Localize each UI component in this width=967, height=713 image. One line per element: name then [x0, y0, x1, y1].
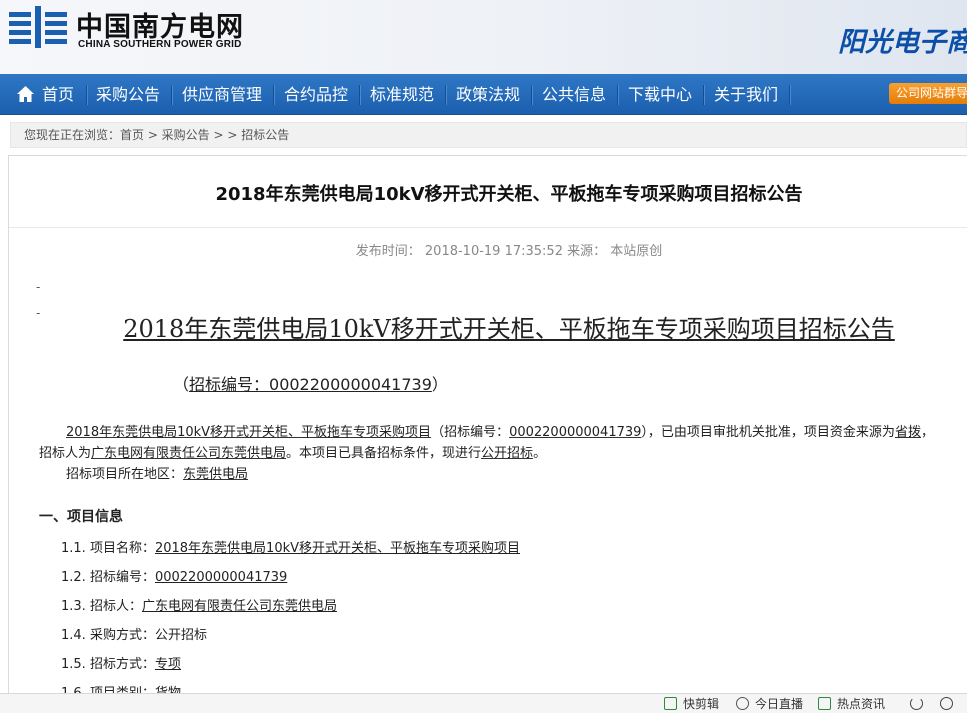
item-label: 招标编号：	[89, 570, 155, 585]
nav-item-public-info[interactable]: 公共信息	[540, 74, 608, 115]
code-close-paren: ）	[431, 375, 448, 394]
dash-marker: -	[36, 306, 41, 320]
text: ，	[920, 425, 934, 440]
dash-marker: -	[36, 280, 41, 294]
nav-divider	[273, 85, 274, 105]
item-number: 1.2.	[61, 570, 86, 585]
nav-item-about-us[interactable]: 关于我们	[712, 74, 780, 115]
home-icon[interactable]	[16, 85, 35, 103]
hot-news-button[interactable]: 热点资讯	[818, 696, 885, 712]
logo-english-name[interactable]: CHINA SOUTHERN POWER GRID	[78, 39, 242, 50]
notice-heading: 2018年东莞供电局10kV移开式开关柜、平板拖车专项采购项目招标公告	[123, 315, 895, 343]
text: 招标人为	[39, 446, 92, 461]
project-info-item: 1.3. 招标人：广东电网有限责任公司东莞供电局	[61, 595, 337, 614]
nav-item-downloads[interactable]: 下载中心	[626, 74, 694, 115]
refresh-icon	[910, 697, 923, 710]
notice-code: 招标编号：0002200000041739	[189, 375, 432, 394]
nav-divider	[445, 85, 446, 105]
text: ），已由项目审批机关批准，项目资金来源为	[641, 425, 895, 440]
code-open-paren: （	[173, 375, 190, 394]
item-label: 招标人：	[89, 599, 142, 614]
quick-clip-button[interactable]: 快剪辑	[664, 696, 719, 712]
site-header: 中国南方电网 CHINA SOUTHERN POWER GRID 阳光电子商	[0, 0, 967, 74]
item-number: 1.1.	[61, 541, 86, 556]
item-number: 1.4.	[61, 628, 86, 643]
tenderer-name: 广东电网有限责任公司东莞供电局	[91, 446, 287, 461]
quick-clip-label: 快剪辑	[683, 697, 720, 711]
site-group-nav-button[interactable]: 公司网站群导	[889, 83, 967, 104]
item-value: 2018年东莞供电局10kV移开式开关柜、平板拖车专项采购项目	[154, 541, 521, 556]
site-slogan: 阳光电子商	[838, 27, 967, 58]
notice-code-line: （招标编号：0002200000041739）	[173, 371, 448, 395]
project-info-item: 1.2. 招标编号：0002200000041739	[61, 566, 287, 585]
item-number: 1.3.	[61, 599, 86, 614]
nav-item-home[interactable]: 首页	[40, 74, 76, 115]
nav-divider	[171, 85, 172, 105]
article-panel: 2018年东莞供电局10kV移开式开关柜、平板拖车专项采购项目招标公告 发布时间…	[8, 155, 967, 713]
nav-item-procurement-notices[interactable]: 采购公告	[94, 74, 162, 115]
refresh-button[interactable]	[910, 696, 923, 712]
live-icon	[736, 697, 749, 710]
project-region: 东莞供电局	[183, 467, 249, 482]
item-value: 专项	[154, 657, 181, 672]
clock-button[interactable]	[940, 696, 953, 712]
item-value: 公开招标	[154, 628, 207, 643]
nav-divider	[703, 85, 704, 105]
live-today-label: 今日直播	[755, 697, 804, 711]
project-info-item: 1.5. 招标方式：专项	[61, 653, 181, 672]
live-today-button[interactable]: 今日直播	[736, 696, 803, 712]
breadcrumb: 您现在正在浏览：首页 > 采购公告 > > 招标公告	[10, 122, 967, 148]
text: （招标编号：	[431, 425, 510, 440]
article-title: 2018年东莞供电局10kV移开式开关柜、平板拖车专项采购项目招标公告	[215, 184, 803, 205]
text: 。本项目已具备招标条件，现进行	[286, 446, 482, 461]
text: 。	[533, 446, 547, 461]
fund-source: 省拨	[894, 425, 921, 440]
nav-item-policies[interactable]: 政策法规	[454, 74, 522, 115]
nav-divider	[617, 85, 618, 105]
project-info-item: 1.4. 采购方式：公开招标	[61, 624, 207, 643]
item-value: 广东电网有限责任公司东莞供电局	[141, 599, 337, 614]
nav-divider	[359, 85, 360, 105]
nav-divider	[531, 85, 532, 105]
browser-bottom-bar: 快剪辑 今日直播 热点资讯	[0, 693, 967, 713]
item-label: 项目名称：	[89, 541, 155, 556]
clock-icon	[940, 697, 953, 710]
nav-divider	[789, 85, 790, 105]
main-nav: 首页 采购公告 供应商管理 合约品控 标准规范 政策法规 公共信息 下载中心 关…	[0, 74, 967, 115]
project-code: 0002200000041739	[509, 425, 642, 440]
item-value: 0002200000041739	[154, 570, 288, 585]
text: 招标项目所在地区：	[66, 467, 184, 482]
section-heading: 一、项目信息	[39, 509, 123, 525]
item-number: 1.5.	[61, 657, 86, 672]
article-meta: 发布时间： 2018-10-19 17:35:52 来源： 本站原创	[355, 244, 663, 259]
intro-paragraph-line2: 招标人为广东电网有限责任公司东莞供电局。本项目已具备招标条件，现进行公开招标。	[39, 442, 546, 461]
item-label: 招标方式：	[89, 657, 155, 672]
intro-paragraph-line1: 2018年东莞供电局10kV移开式开关柜、平板拖车专项采购项目（招标编号：000…	[66, 421, 934, 440]
csg-logo-icon[interactable]	[9, 6, 67, 48]
project-region-line: 招标项目所在地区：东莞供电局	[66, 463, 248, 482]
nav-item-quality-control[interactable]: 合约品控	[282, 74, 350, 115]
news-icon	[818, 697, 831, 710]
play-icon	[664, 697, 677, 710]
nav-item-standards[interactable]: 标准规范	[368, 74, 436, 115]
nav-item-supplier-management[interactable]: 供应商管理	[180, 74, 264, 115]
item-label: 采购方式：	[89, 628, 155, 643]
project-name-link: 2018年东莞供电局10kV移开式开关柜、平板拖车专项采购项目	[66, 425, 432, 440]
project-info-item: 1.1. 项目名称：2018年东莞供电局10kV移开式开关柜、平板拖车专项采购项…	[61, 537, 520, 556]
nav-divider	[86, 85, 87, 105]
hot-news-label: 热点资讯	[837, 697, 886, 711]
tender-method: 公开招标	[481, 446, 534, 461]
